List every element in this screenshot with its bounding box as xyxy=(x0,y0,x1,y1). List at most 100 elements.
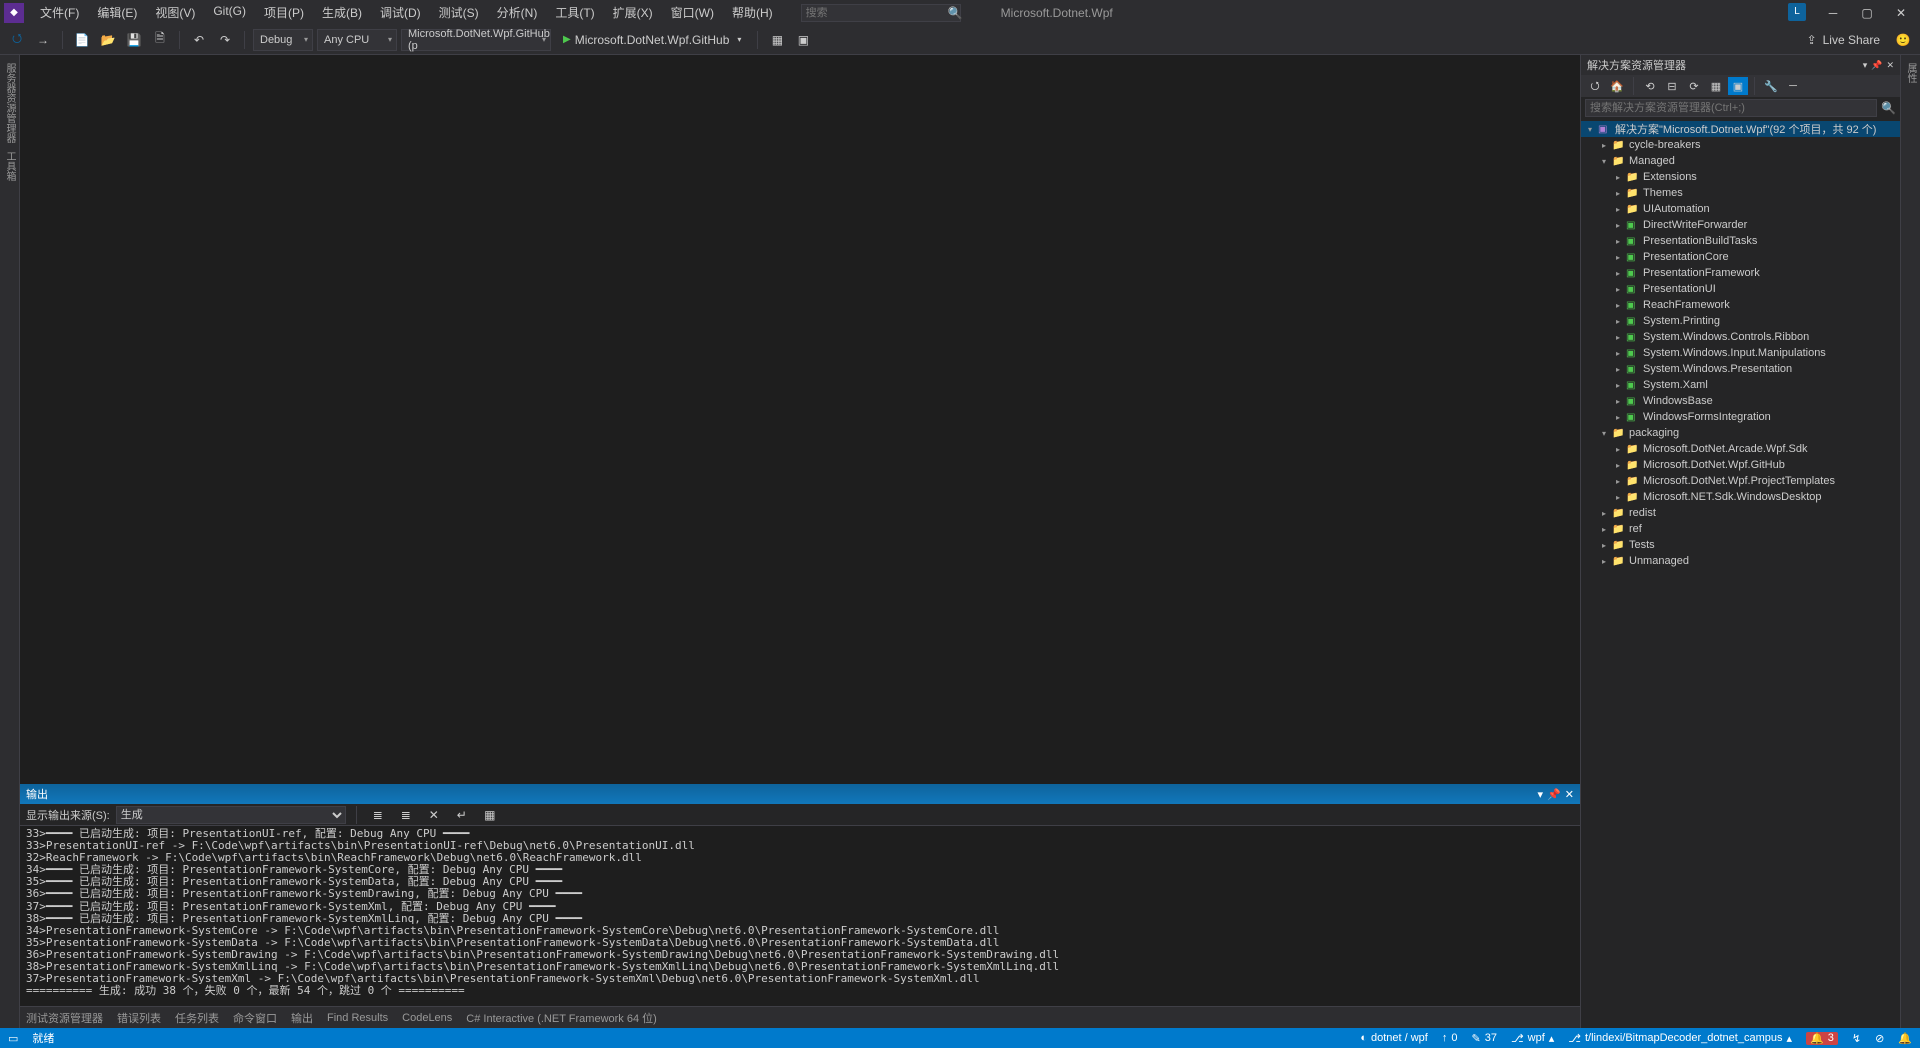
solution-search-input[interactable] xyxy=(1585,99,1877,117)
tool-icon-1[interactable]: ▦ xyxy=(766,29,788,51)
tree-item[interactable]: ▸▣PresentationCore xyxy=(1581,249,1900,265)
tree-item[interactable]: ▸📁Tests xyxy=(1581,537,1900,553)
feedback-icon[interactable]: 🙂 xyxy=(1892,29,1914,51)
menu-item[interactable]: 测试(S) xyxy=(431,0,487,25)
back-icon[interactable]: ⭯ xyxy=(6,29,28,51)
forward-icon[interactable]: → xyxy=(32,29,54,51)
tree-item[interactable]: ▸📁UIAutomation xyxy=(1581,201,1900,217)
notification-badge[interactable]: 🔔3 xyxy=(1806,1032,1838,1045)
startup-project-combo[interactable]: Microsoft.DotNet.Wpf.GitHub (p xyxy=(401,29,551,51)
tree-item[interactable]: ▸📁Themes xyxy=(1581,185,1900,201)
tree-item[interactable]: ▸▣PresentationBuildTasks xyxy=(1581,233,1900,249)
menu-item[interactable]: 生成(B) xyxy=(314,0,370,25)
branch-path[interactable]: ⎇ t/lindexi/BitmapDecoder_dotnet_campus … xyxy=(1568,1032,1792,1045)
bottom-tab[interactable]: Find Results xyxy=(327,1012,388,1024)
tree-item[interactable]: ▸▣WindowsBase xyxy=(1581,393,1900,409)
search-input[interactable] xyxy=(806,7,948,19)
pin-icon[interactable]: 📌 xyxy=(1871,60,1882,71)
menu-item[interactable]: 调试(D) xyxy=(372,0,429,25)
bottom-tab[interactable]: 任务列表 xyxy=(175,1010,219,1026)
status-icon-1[interactable]: ↯ xyxy=(1852,1032,1861,1045)
collapse-icon[interactable]: ⊟ xyxy=(1662,77,1682,95)
goto-next-icon[interactable]: ≣ xyxy=(395,804,417,826)
tree-item[interactable]: ▸▣DirectWriteForwarder xyxy=(1581,217,1900,233)
menu-item[interactable]: 项目(P) xyxy=(256,0,312,25)
wrench-icon[interactable]: 🔧 xyxy=(1761,77,1781,95)
minimize-button[interactable]: ─ xyxy=(1818,3,1848,23)
tree-item[interactable]: ▸▣System.Windows.Controls.Ribbon xyxy=(1581,329,1900,345)
rail-tab[interactable]: 服务器资源管理器 xyxy=(2,63,17,143)
menu-item[interactable]: 文件(F) xyxy=(32,0,87,25)
search-icon[interactable]: 🔍 xyxy=(1881,101,1896,115)
bottom-tab[interactable]: C# Interactive (.NET Framework 64 位) xyxy=(466,1010,657,1026)
tree-item[interactable]: ▸▣System.Printing xyxy=(1581,313,1900,329)
tree-item[interactable]: ▸▣PresentationUI xyxy=(1581,281,1900,297)
tree-item[interactable]: ▸▣System.Windows.Input.Manipulations xyxy=(1581,345,1900,361)
avatar[interactable]: L xyxy=(1788,3,1806,21)
sync-icon[interactable]: ⟲ xyxy=(1640,77,1660,95)
maximize-button[interactable]: ▢ xyxy=(1852,3,1882,23)
tool-icon-2[interactable]: ▣ xyxy=(792,29,814,51)
save-icon[interactable]: 💾 xyxy=(123,29,145,51)
tree-item[interactable]: ▸📁Extensions xyxy=(1581,169,1900,185)
menu-item[interactable]: 窗口(W) xyxy=(663,0,722,25)
menu-item[interactable]: 扩展(X) xyxy=(605,0,661,25)
bottom-tab[interactable]: CodeLens xyxy=(402,1012,452,1024)
tree-item[interactable]: ▸📁ref xyxy=(1581,521,1900,537)
live-share-button[interactable]: ⇪ Live Share xyxy=(1799,33,1888,47)
tree-item[interactable]: ▸📁Microsoft.DotNet.Wpf.ProjectTemplates xyxy=(1581,473,1900,489)
preview-icon[interactable]: ▣ xyxy=(1728,77,1748,95)
repo-button[interactable]: ◐dotnet / wpf xyxy=(1360,1032,1428,1044)
tree-item[interactable]: ▸📁redist xyxy=(1581,505,1900,521)
branch-wpf[interactable]: ⎇ wpf ▴ xyxy=(1511,1032,1554,1045)
tree-item[interactable]: ▸📁cycle-breakers xyxy=(1581,137,1900,153)
tree-item[interactable]: ▸▣WindowsFormsIntegration xyxy=(1581,409,1900,425)
bottom-tab[interactable]: 错误列表 xyxy=(117,1010,161,1026)
clear-icon[interactable]: ✕ xyxy=(423,804,445,826)
tree-item[interactable]: ▾📁Managed xyxy=(1581,153,1900,169)
status-icon-2[interactable]: ⊘ xyxy=(1875,1032,1884,1045)
close-button[interactable]: ✕ xyxy=(1886,3,1916,23)
show-all-icon[interactable]: ▦ xyxy=(1706,77,1726,95)
solution-tree[interactable]: ▾▣解决方案"Microsoft.Dotnet.Wpf"(92 个项目，共 92… xyxy=(1581,119,1900,1028)
task-icon[interactable]: ▭ xyxy=(8,1032,18,1045)
menu-item[interactable]: 工具(T) xyxy=(547,0,602,25)
sync-up[interactable]: ↑ 0 xyxy=(1442,1032,1458,1044)
menu-item[interactable]: 视图(V) xyxy=(147,0,203,25)
tree-item[interactable]: ▸📁Unmanaged xyxy=(1581,553,1900,569)
right-toolwindow-rail[interactable]: 属性 xyxy=(1900,55,1920,1028)
home-icon[interactable]: ⭯ xyxy=(1585,77,1605,95)
refresh-icon[interactable]: ⟳ xyxy=(1684,77,1704,95)
configuration-combo[interactable]: Debug xyxy=(253,29,313,51)
bottom-tab[interactable]: 命令窗口 xyxy=(233,1010,277,1026)
solution-root[interactable]: ▾▣解决方案"Microsoft.Dotnet.Wpf"(92 个项目，共 92… xyxy=(1581,121,1900,137)
bottom-tab[interactable]: 测试资源管理器 xyxy=(26,1010,103,1026)
tree-item[interactable]: ▸▣ReachFramework xyxy=(1581,297,1900,313)
tree-item[interactable]: ▾📁packaging xyxy=(1581,425,1900,441)
redo-icon[interactable]: ↷ xyxy=(214,29,236,51)
dropdown-icon[interactable]: ▾ xyxy=(1863,60,1868,71)
save-all-icon[interactable]: 🗎 xyxy=(149,29,171,51)
goto-prev-icon[interactable]: ≣ xyxy=(367,804,389,826)
solution-explorer-header[interactable]: 解决方案资源管理器 ▾ 📌 ✕ xyxy=(1581,55,1900,75)
close-icon[interactable]: ✕ xyxy=(1886,60,1894,71)
status-icon-3[interactable]: 🔔 xyxy=(1898,1032,1912,1045)
undo-icon[interactable]: ↶ xyxy=(188,29,210,51)
tree-item[interactable]: ▸▣PresentationFramework xyxy=(1581,265,1900,281)
tree-item[interactable]: ▸▣System.Windows.Presentation xyxy=(1581,361,1900,377)
sync-down[interactable]: ✎ 37 xyxy=(1471,1032,1496,1045)
bottom-tab[interactable]: 输出 xyxy=(291,1010,313,1026)
output-text[interactable]: 33>━━━━ 已启动生成: 项目: PresentationUI-ref, 配… xyxy=(20,826,1580,1006)
tree-item[interactable]: ▸▣System.Xaml xyxy=(1581,377,1900,393)
menu-item[interactable]: 帮助(H) xyxy=(724,0,781,25)
output-panel-header[interactable]: 输出 ▾ 📌 ✕ xyxy=(20,784,1580,804)
pin-icon[interactable]: 📌 xyxy=(1547,788,1561,801)
home2-icon[interactable]: 🏠 xyxy=(1607,77,1627,95)
wrap-icon[interactable]: ↵ xyxy=(451,804,473,826)
platform-combo[interactable]: Any CPU xyxy=(317,29,397,51)
tree-item[interactable]: ▸📁Microsoft.DotNet.Arcade.Wpf.Sdk xyxy=(1581,441,1900,457)
menu-item[interactable]: Git(G) xyxy=(205,0,254,25)
menu-item[interactable]: 编辑(E) xyxy=(89,0,145,25)
open-icon[interactable]: 📂 xyxy=(97,29,119,51)
output-source-select[interactable]: 生成 xyxy=(116,806,346,824)
